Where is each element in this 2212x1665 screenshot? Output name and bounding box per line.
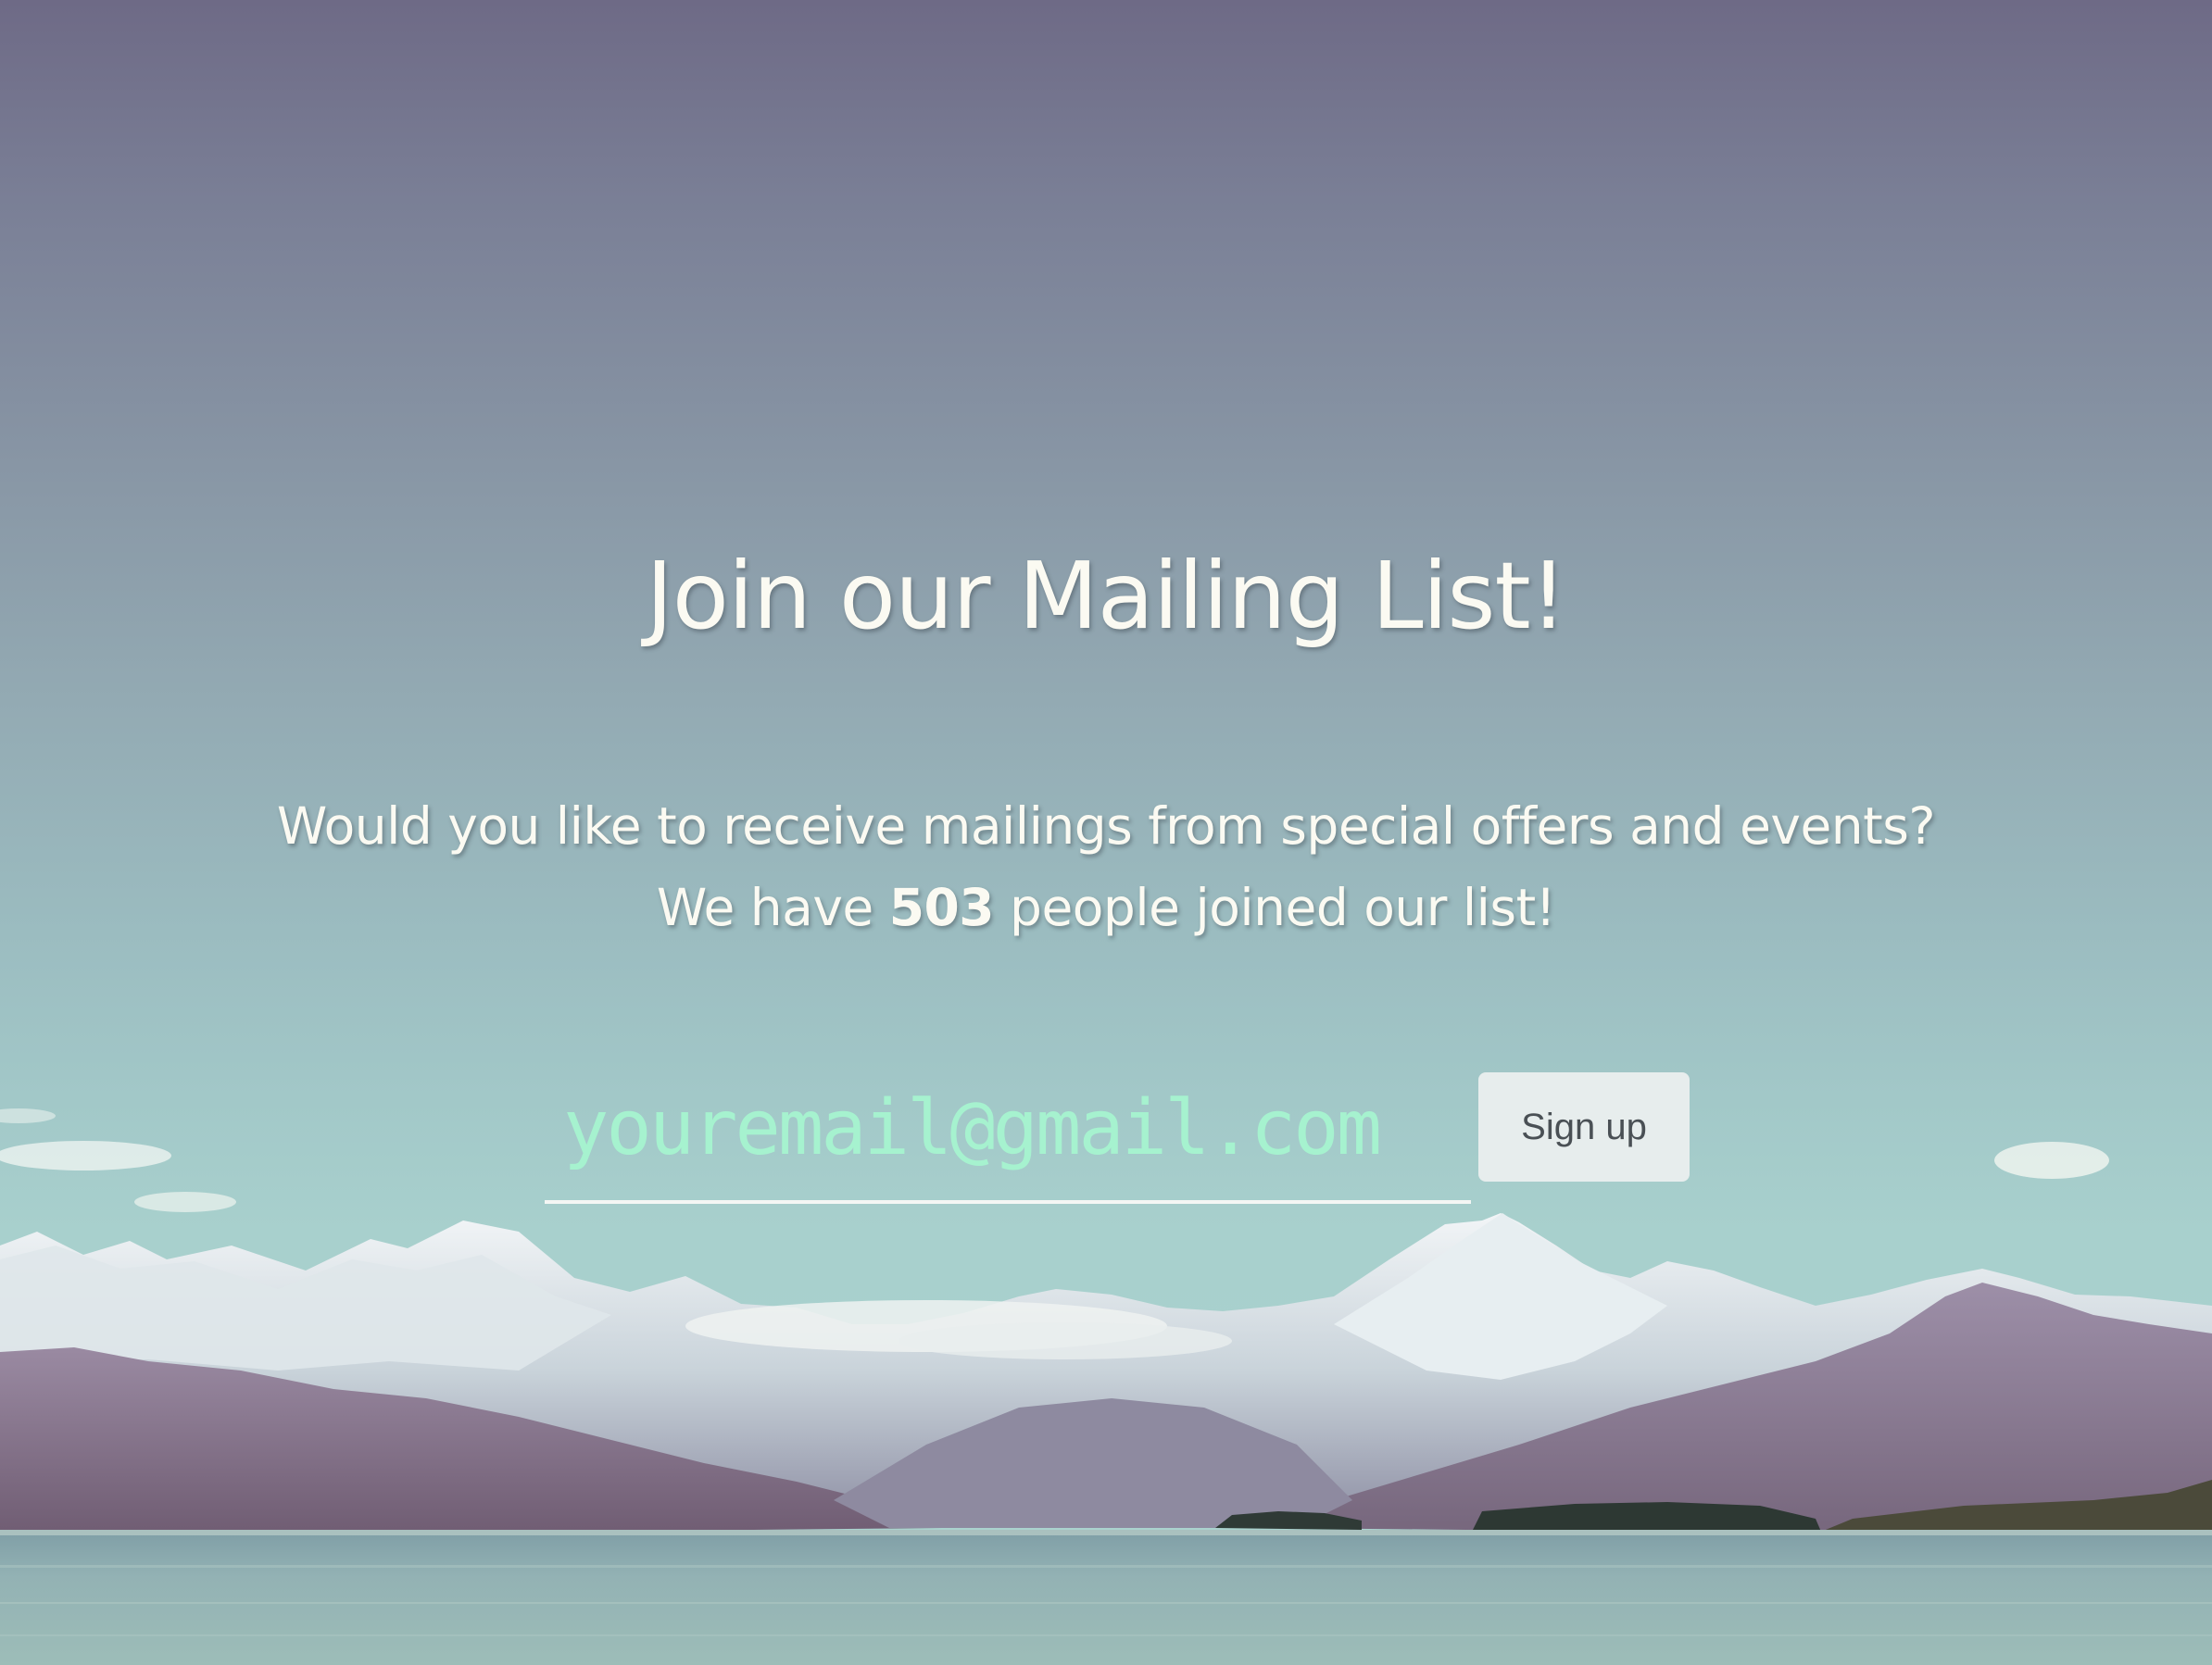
description: Would you like to receive mailings from …	[0, 785, 2212, 948]
description-suffix: people joined our list!	[994, 878, 1556, 937]
description-line-2: We have 503 people joined our list!	[0, 867, 2212, 948]
email-input[interactable]	[545, 1056, 1471, 1204]
signup-button[interactable]: Sign up	[1478, 1072, 1690, 1182]
headline: Join our Mailing List!	[646, 542, 1567, 650]
mailing-list-section: Join our Mailing List! Would you like to…	[0, 0, 2212, 1665]
description-line-1: Would you like to receive mailings from …	[276, 796, 1936, 856]
subscriber-count: 503	[888, 878, 995, 937]
description-prefix: We have	[656, 878, 889, 937]
